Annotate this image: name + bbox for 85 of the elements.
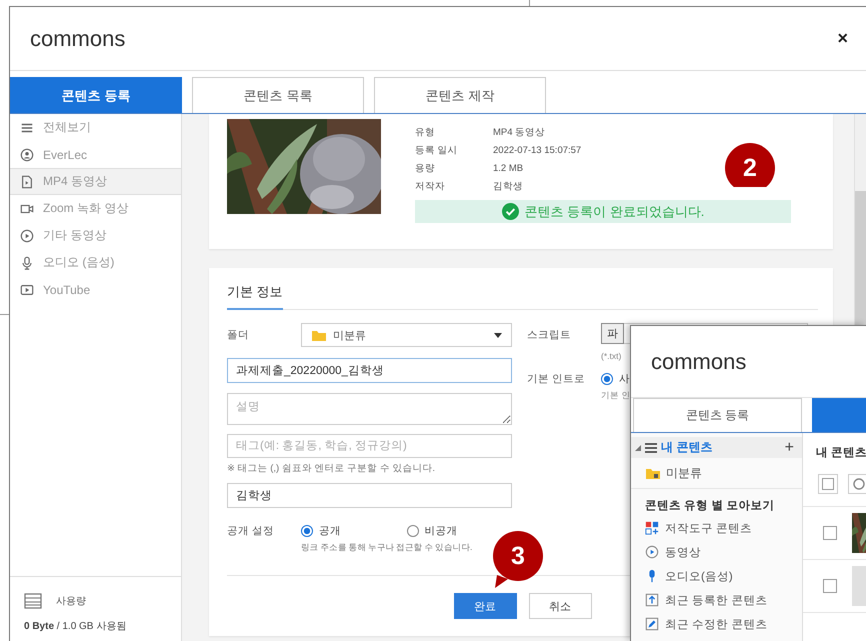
file-button[interactable]: 파 (601, 322, 624, 344)
window-title: commons (30, 26, 126, 52)
cancel-button[interactable]: 취소 (528, 593, 592, 619)
section-title: 기본 정보 (227, 283, 283, 310)
category-item[interactable]: 최근 등록한 콘텐츠 (631, 588, 802, 612)
tree-item[interactable]: 미분류 (631, 458, 802, 489)
detail-label: 유형 (415, 126, 436, 138)
close-button[interactable]: × (833, 28, 852, 49)
storage-icon (24, 593, 42, 609)
input-field[interactable]: 태그(예: 홍길동, 학습, 정규강의) (227, 434, 512, 458)
upload-icon (645, 593, 659, 607)
item-label: 최근 수정한 콘텐츠 (665, 618, 768, 632)
tab[interactable]: 콘텐츠 등록 (10, 77, 182, 113)
video-file-icon (20, 174, 34, 188)
field-label: 스크립트 (527, 328, 572, 342)
hint-text: ※ 태그는 (,) 쉼표와 엔터로 구분할 수 있습니다. (227, 462, 436, 475)
item-label: 기타 동영상 (43, 227, 106, 244)
category-item[interactable]: 저작도구 콘텐츠 (631, 516, 802, 540)
item-label: 동영상 (665, 546, 701, 560)
detail-value: 김학생 (493, 180, 523, 192)
detail-value: 2022-07-13 15:07:57 (493, 144, 582, 156)
caret-icon (494, 332, 502, 338)
hint-text: 기본 인 (601, 390, 632, 402)
add-button[interactable]: + (784, 438, 794, 456)
radio-button[interactable] (301, 525, 313, 537)
item-label: YouTube (43, 282, 90, 296)
usage-text: 0 Byte / 1.0 GB 사용됨 (24, 620, 128, 633)
usage-label: 사용량 (56, 595, 86, 608)
play-circle-icon (645, 545, 659, 559)
item-label: 최근 등록한 콘텐츠 (665, 594, 768, 608)
item-label: 전체보기 (43, 119, 91, 136)
play-circle-icon (20, 228, 34, 242)
checkbox[interactable] (823, 579, 837, 593)
window-title: commons (651, 348, 746, 374)
item-label: 미분류 (666, 464, 702, 482)
field-label: 폴더 (227, 328, 250, 342)
category-item[interactable]: 오디오(음성) (631, 564, 802, 588)
hint-text: (*.txt) (601, 351, 622, 361)
radio-label: 비공개 (424, 524, 458, 538)
item-label: 저작도구 콘텐츠 (665, 522, 752, 536)
tab[interactable]: 콘텐츠 제작 (374, 77, 546, 113)
field-label: 기본 인트로 (527, 372, 586, 386)
circle-icon (853, 478, 865, 490)
checkbox[interactable] (823, 526, 837, 540)
radio-label: 공개 (319, 524, 341, 538)
input-field[interactable]: 김학생 (227, 483, 512, 508)
detail-label: 용량 (415, 162, 436, 174)
refresh-button[interactable] (848, 474, 866, 494)
item-label: MP4 동영상 (43, 173, 108, 190)
success-message: 콘텐츠 등록이 완료되었습니다. (524, 202, 704, 220)
user-circle-icon (20, 148, 34, 162)
category-item[interactable]: 동영상 (631, 540, 802, 564)
item-label: Zoom 녹화 영상 (43, 200, 128, 217)
radio-button[interactable] (406, 525, 418, 537)
expanded-caret-icon (635, 444, 641, 450)
folder-icon (311, 328, 327, 342)
item-label: EverLec (43, 148, 88, 162)
detail-label: 저작자 (415, 180, 446, 192)
confirm-button[interactable]: 완료 (454, 593, 516, 619)
checkbox[interactable] (818, 474, 838, 494)
section-heading: 콘텐츠 유형 별 모아보기 (644, 499, 776, 514)
radio-button[interactable] (601, 373, 613, 385)
folder-icon (645, 466, 661, 480)
tab[interactable]: 콘텐츠 등록 (633, 398, 802, 432)
field-label: 공개 설정 (227, 524, 275, 538)
grid-icon (645, 521, 659, 535)
folder-dropdown[interactable]: 미분류 (301, 323, 512, 347)
pencil-icon (645, 617, 659, 631)
check-circle-icon (502, 203, 519, 220)
detail-value: MP4 동영상 (493, 126, 546, 138)
textarea-field[interactable]: 설명 (227, 393, 512, 425)
step-badge: 2 (723, 143, 775, 187)
detail-value: 1.2 MB (493, 162, 524, 174)
item-label: 오디오 (음성) (43, 254, 114, 271)
list-icon (645, 442, 657, 452)
detail-label: 등록 일시 (415, 144, 459, 156)
hint-text: 링크 주소를 통해 누구나 접근할 수 있습니다. (301, 542, 474, 554)
item-label: 오디오(음성) (665, 570, 733, 584)
microphone-icon (20, 256, 34, 270)
category-item[interactable]: 최근 수정한 콘텐츠 (631, 612, 802, 636)
input-field[interactable]: 과제제출_20220000_김학생 (227, 358, 512, 383)
radio-label: 사 (619, 372, 630, 386)
tree-item[interactable]: 내 콘텐츠 + (631, 437, 802, 458)
play-square-icon (20, 282, 34, 296)
tab[interactable]: 콘텐츠 목록 (192, 77, 364, 113)
